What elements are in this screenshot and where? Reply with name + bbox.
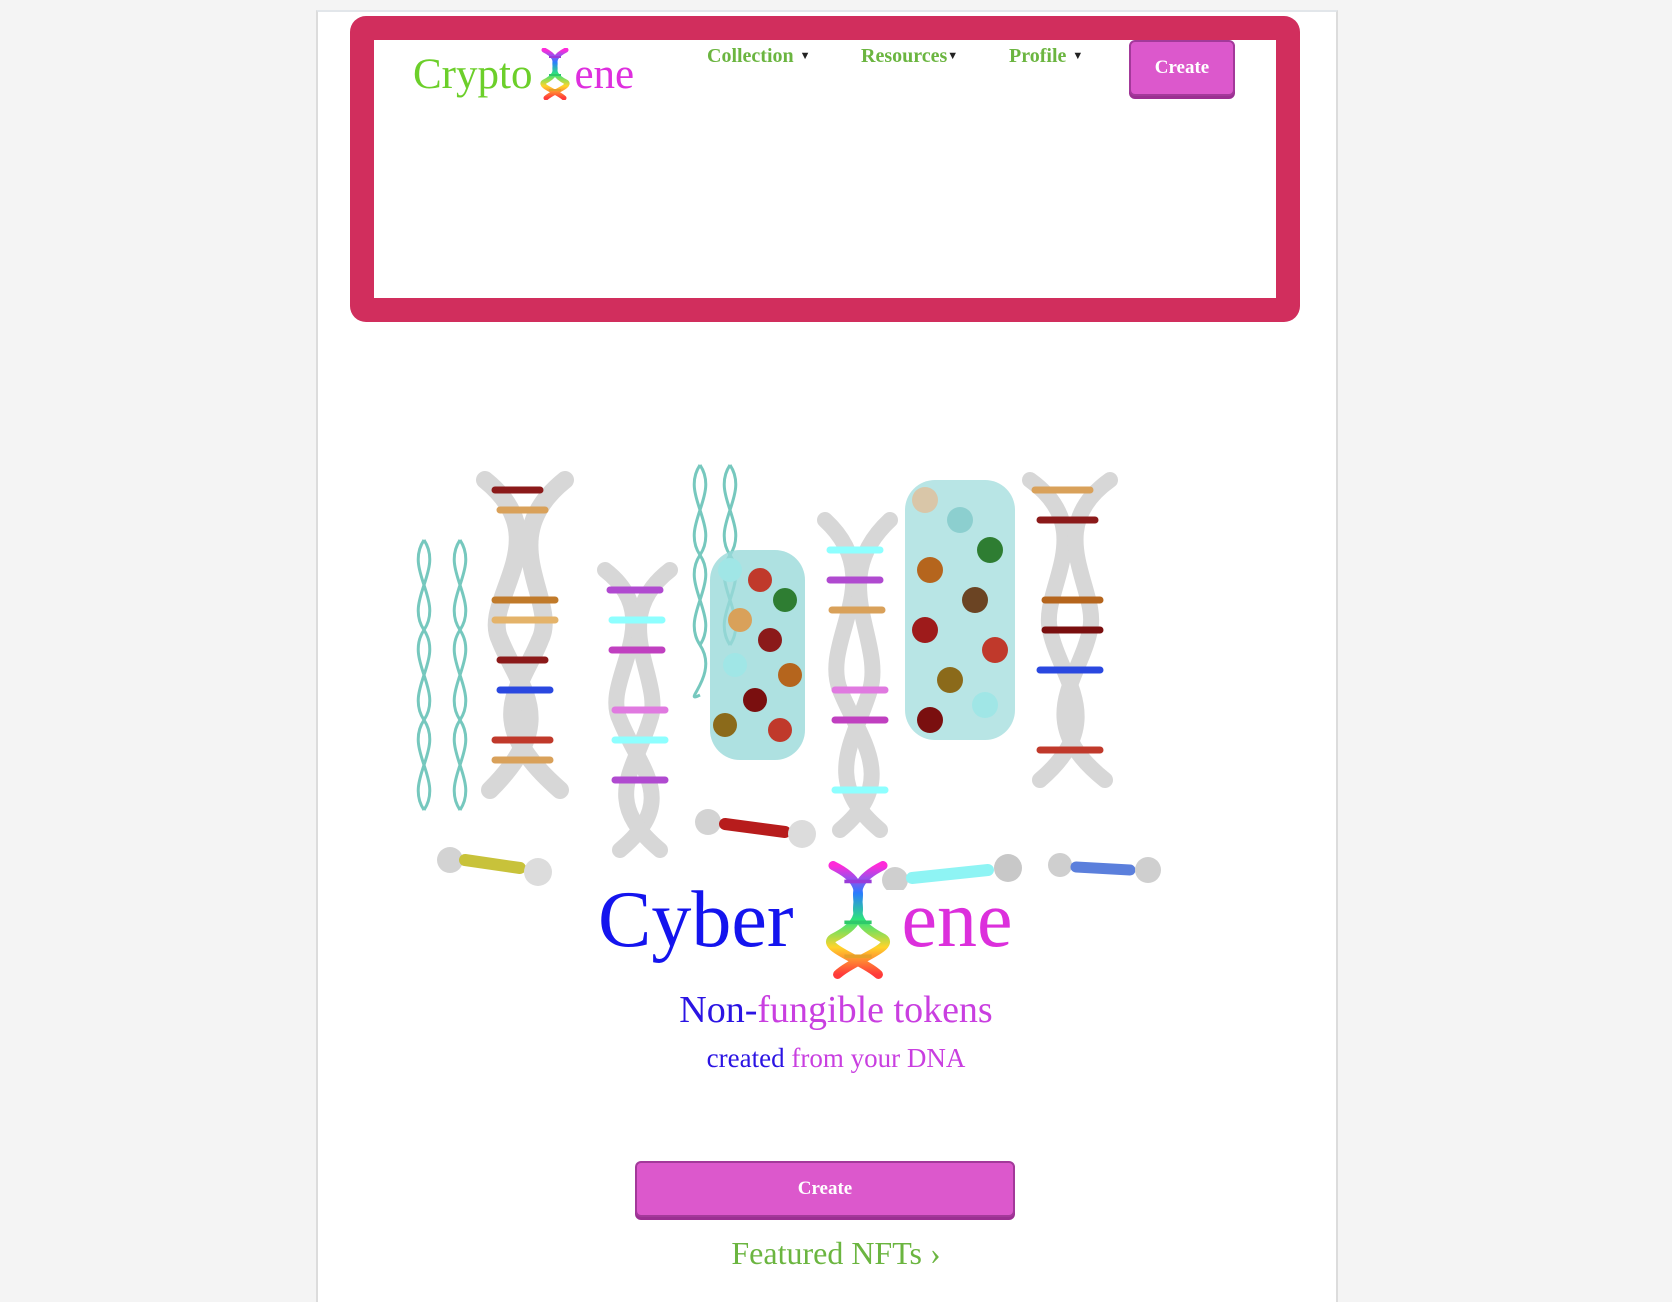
create-button-hero[interactable]: Create bbox=[635, 1161, 1015, 1217]
hero-title: Cyber ene bbox=[598, 860, 1013, 980]
teal-strands-left-icon bbox=[416, 539, 468, 811]
helix-3-icon bbox=[710, 550, 805, 760]
featured-nfts-link[interactable]: Featured NFTs › bbox=[0, 1235, 1672, 1272]
hero-tagline-secondary: created from your DNA bbox=[0, 1043, 1672, 1074]
highlight-frame bbox=[350, 16, 1300, 322]
hero-tagline-primary: Non-fungible tokens bbox=[0, 988, 1672, 1032]
dna-helices-illustration bbox=[416, 464, 1161, 890]
helix-6-icon bbox=[1022, 472, 1118, 788]
hero-title-cyber: Cyber bbox=[598, 876, 794, 964]
tagline-part: Non- bbox=[679, 989, 758, 1031]
base-pair-red-icon bbox=[695, 809, 816, 848]
helix-5-icon bbox=[905, 480, 1015, 740]
helix-2-icon bbox=[597, 562, 678, 858]
tagline-part: created bbox=[706, 1043, 785, 1073]
hero-title-ene: ene bbox=[901, 876, 1013, 964]
helix-4-icon bbox=[817, 512, 898, 838]
tagline-part: fungible tokens bbox=[757, 989, 993, 1031]
helix-1-icon bbox=[476, 471, 574, 799]
base-pair-yellow-icon bbox=[437, 847, 552, 886]
dna-helix-icon bbox=[825, 861, 890, 979]
base-pair-blue-icon bbox=[1048, 853, 1161, 883]
tagline-part: from your DNA bbox=[784, 1043, 966, 1073]
